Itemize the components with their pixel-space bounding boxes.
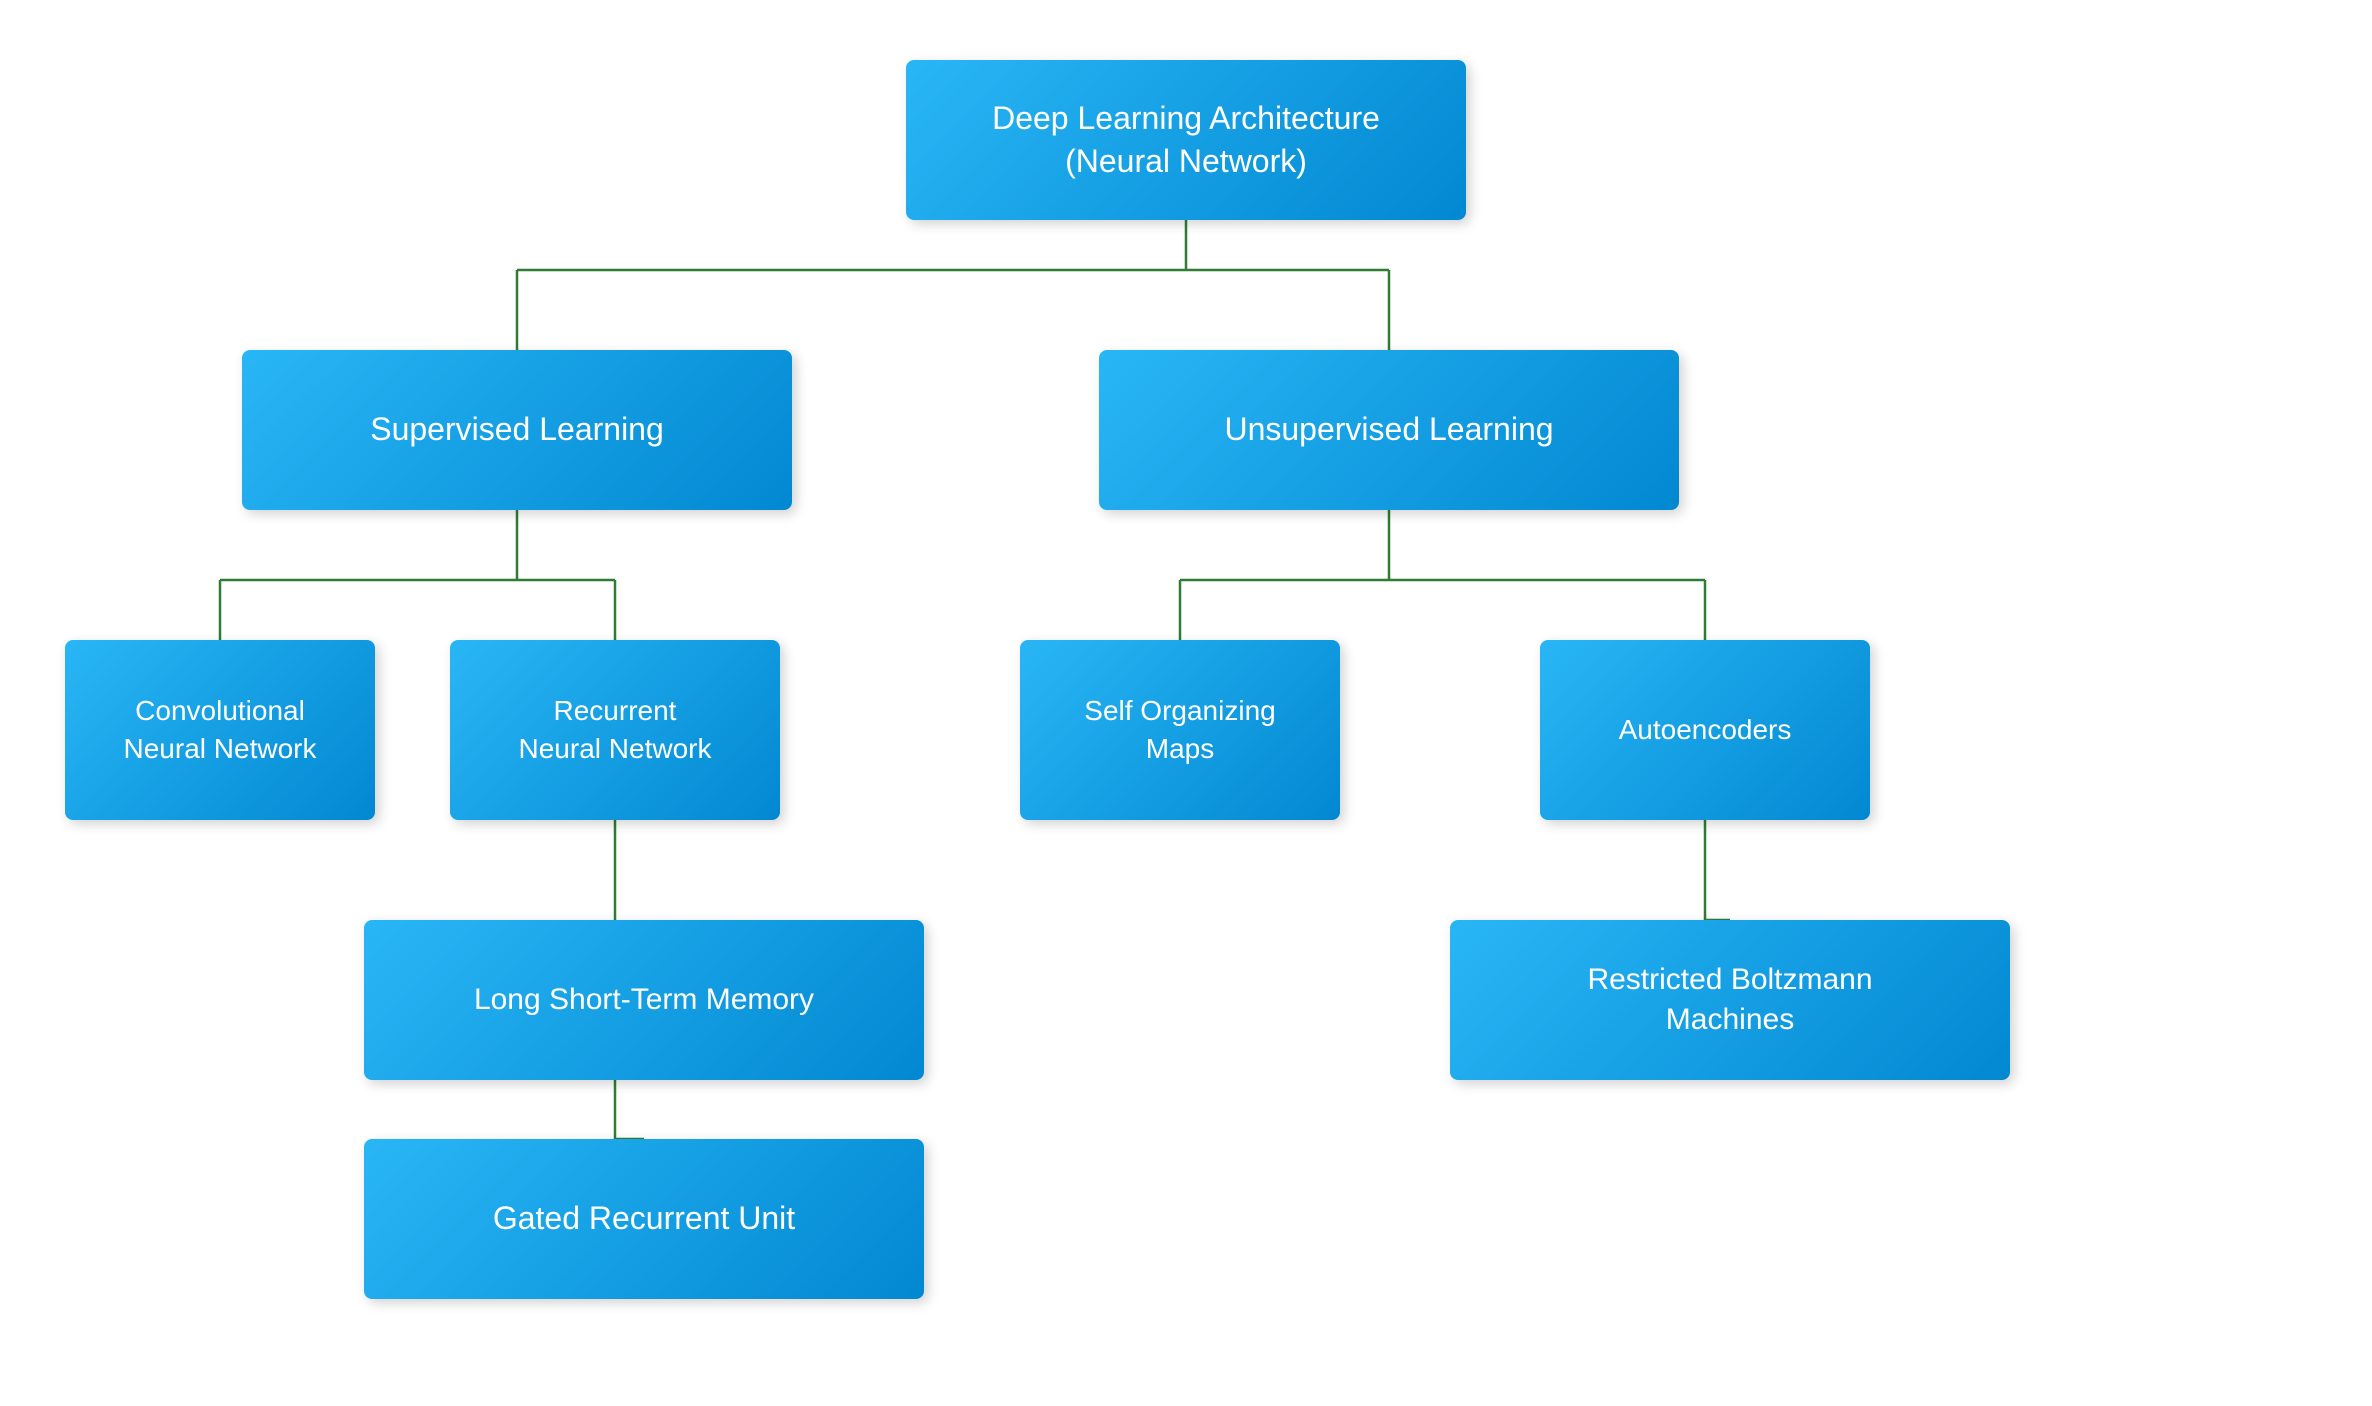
gru-node: Gated Recurrent Unit <box>364 1139 924 1299</box>
autoencoders-node: Autoencoders <box>1540 640 1870 820</box>
supervised-learning-node: Supervised Learning <box>242 350 792 510</box>
diagram: Deep Learning Architecture(Neural Networ… <box>0 0 2372 1406</box>
cnn-node: ConvolutionalNeural Network <box>65 640 375 820</box>
unsupervised-learning-node: Unsupervised Learning <box>1099 350 1679 510</box>
lstm-node: Long Short-Term Memory <box>364 920 924 1080</box>
som-node: Self OrganizingMaps <box>1020 640 1340 820</box>
rnn-node: RecurrentNeural Network <box>450 640 780 820</box>
root-node: Deep Learning Architecture(Neural Networ… <box>906 60 1466 220</box>
rbm-node: Restricted BoltzmannMachines <box>1450 920 2010 1080</box>
